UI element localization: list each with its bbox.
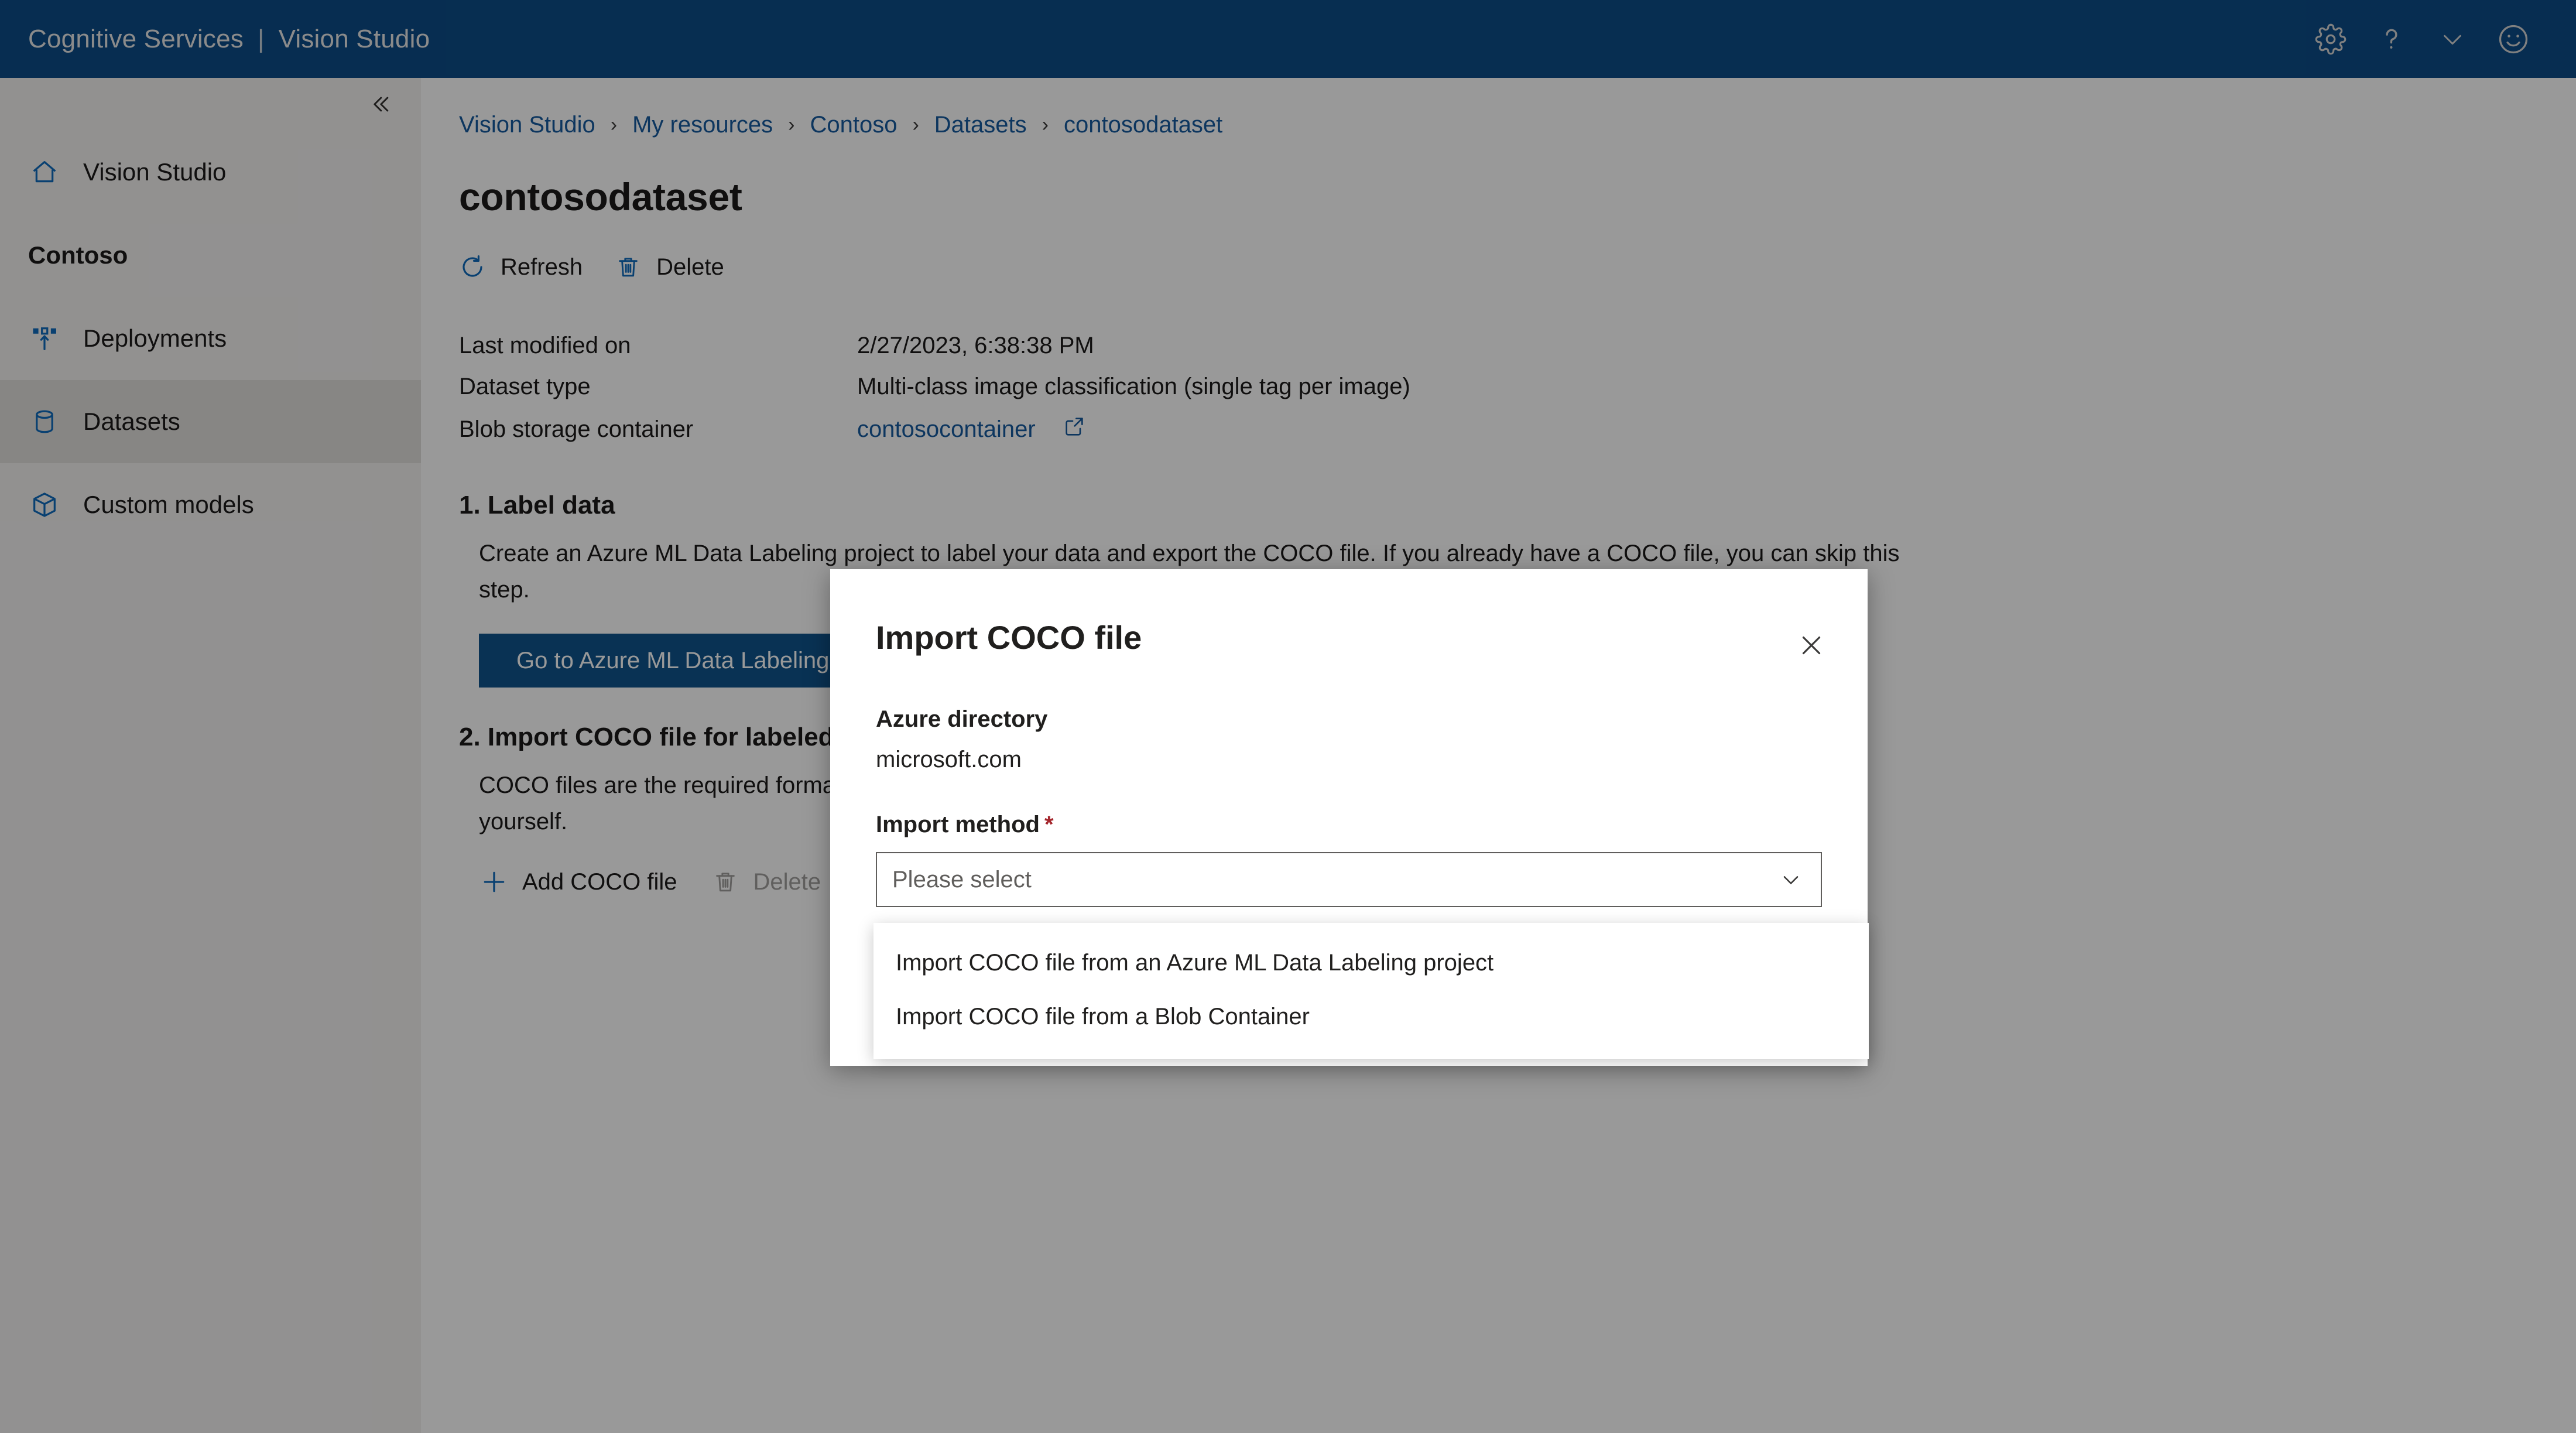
dropdown-option-blob-container[interactable]: Import COCO file from a Blob Container [873, 990, 1869, 1044]
dialog-body: Azure directory microsoft.com Import met… [830, 706, 1868, 907]
app-root: Cognitive Services | Vision Studio Visio… [0, 0, 2576, 1433]
import-method-label: Import method * [876, 812, 1822, 838]
required-marker: * [1044, 812, 1054, 837]
dropdown-option-azure-ml-data-labeling[interactable]: Import COCO file from an Azure ML Data L… [873, 936, 1869, 990]
import-method-select[interactable]: Please select [876, 852, 1822, 907]
chevron-down-icon [1776, 865, 1806, 894]
close-icon[interactable] [1789, 623, 1834, 668]
import-method-label-text: Import method [876, 812, 1040, 837]
dialog-header: Import COCO file [830, 569, 1868, 668]
dialog-title: Import COCO file [876, 619, 1142, 656]
azure-directory-value: microsoft.com [876, 747, 1022, 772]
import-method-placeholder: Please select [892, 866, 1032, 892]
import-method-dropdown-list: Import COCO file from an Azure ML Data L… [873, 923, 1869, 1059]
azure-directory-label: Azure directory [876, 706, 1048, 732]
